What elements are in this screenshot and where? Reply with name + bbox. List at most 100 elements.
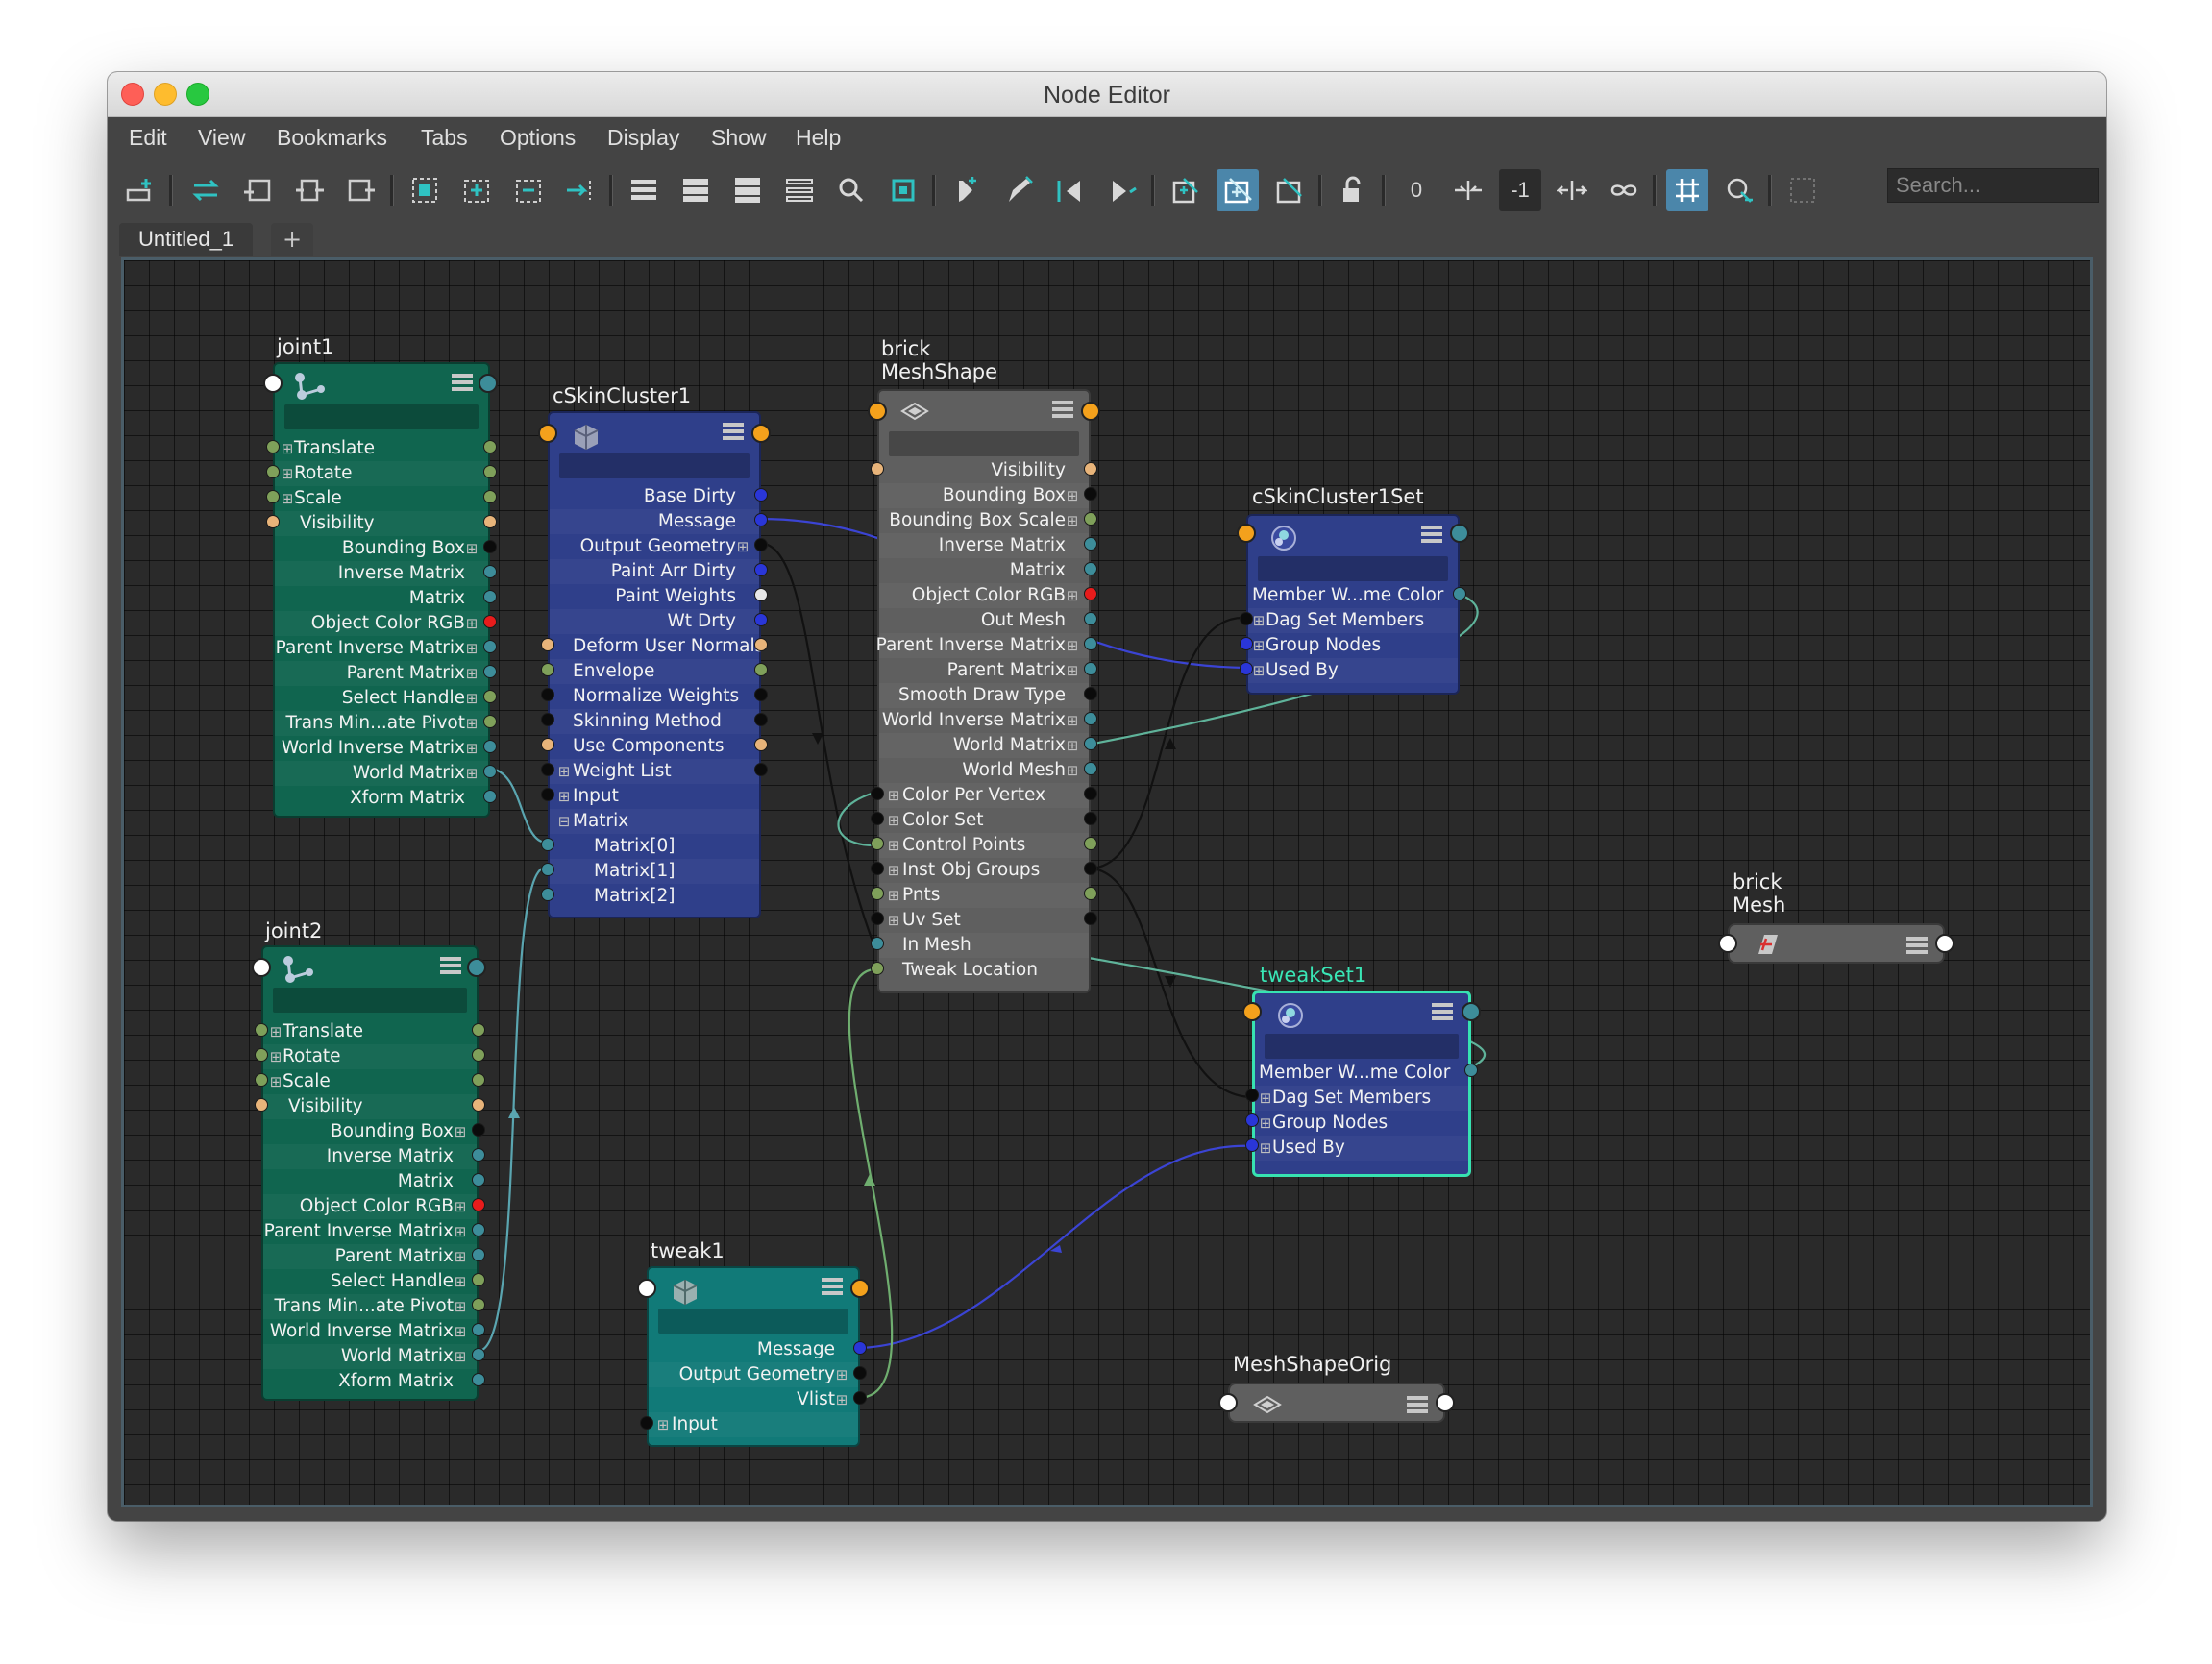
attr-row-weight-list[interactable]: Weight List ⊞: [550, 759, 759, 784]
expand-icon[interactable]: ⊞: [454, 1119, 467, 1144]
port-brickmeshshape-in[interactable]: [868, 402, 887, 421]
port-cskincluster1-in[interactable]: [538, 424, 557, 443]
port-joint2-in-scale[interactable]: [255, 1073, 268, 1087]
attr-row-output-geometry[interactable]: Output Geometry ⊞: [649, 1362, 858, 1387]
port-cskincluster1-out[interactable]: [751, 424, 771, 443]
port-skin-out-paint-arr-dirty[interactable]: [754, 563, 768, 576]
menu-display[interactable]: Display: [607, 125, 679, 151]
port-shape-out-bounding-box[interactable]: [1084, 487, 1097, 501]
port-tweak-out-message[interactable]: [853, 1341, 867, 1355]
port-joint2-out-translate[interactable]: [472, 1023, 485, 1037]
relayout-icon[interactable]: [559, 169, 602, 211]
port-shape-in-visibility[interactable]: [871, 462, 884, 476]
port-joint1-in-scale[interactable]: [266, 490, 280, 503]
expand-icon[interactable]: ⊞: [656, 1412, 670, 1437]
node-menu-icon[interactable]: [1421, 524, 1444, 545]
attr-row-wt-drty[interactable]: Wt Drty: [550, 609, 759, 634]
port-meshshapeorig-in[interactable]: [1218, 1393, 1238, 1412]
port-joint1-out-trans-min-ate-pivot[interactable]: [483, 715, 497, 728]
port-joint1-out-world-matrix[interactable]: [483, 765, 497, 778]
port-joint1-out-inverse-matrix[interactable]: [483, 565, 497, 578]
attr-row-select-handle[interactable]: Select Handle ⊞: [275, 686, 488, 711]
full-mode-icon[interactable]: [726, 169, 769, 211]
port-skin-out-skinning-method[interactable]: [754, 713, 768, 726]
expand-icon[interactable]: ⊞: [1259, 1086, 1272, 1111]
port-skin-in-matrix-0[interactable]: [541, 838, 554, 851]
attr-row-color-set[interactable]: Color Set ⊞: [879, 808, 1089, 833]
frame-selection-icon[interactable]: [1782, 169, 1824, 211]
swatch-icon[interactable]: [882, 169, 924, 211]
expand-icon[interactable]: ⊞: [454, 1294, 467, 1319]
port-joint1-out-object-color-rgb[interactable]: [483, 615, 497, 628]
zero-button[interactable]: 0: [1395, 169, 1438, 211]
menu-edit[interactable]: Edit: [129, 125, 167, 151]
expand-icon[interactable]: ⊞: [1252, 608, 1266, 633]
node-brickmeshshape[interactable]: Visibility Bounding Box ⊞ Bounding Box Scal…: [876, 389, 1091, 993]
port-joint1-out-visibility[interactable]: [483, 515, 497, 528]
node-rename-field[interactable]: [658, 1309, 848, 1334]
attr-row-trans-min-ate-pivot[interactable]: Trans Min...ate Pivot ⊞: [263, 1294, 477, 1319]
port-shape-out-matrix[interactable]: [1084, 562, 1097, 575]
expand-icon[interactable]: ⊞: [281, 436, 294, 461]
attr-row-translate[interactable]: Translate ⊞: [263, 1019, 477, 1044]
graph-down-icon[interactable]: [507, 169, 550, 211]
port-shape-in-inst-obj-groups[interactable]: [871, 862, 884, 875]
attr-row-parent-inverse-matrix[interactable]: Parent Inverse Matrix ⊞: [275, 636, 488, 661]
collapse-icon[interactable]: ⊟: [557, 809, 571, 834]
connected-mode-icon[interactable]: [675, 169, 717, 211]
node-menu-icon[interactable]: [1052, 399, 1075, 420]
bookmark-next-icon[interactable]: [1101, 169, 1143, 211]
attr-row-matrix[interactable]: Matrix: [263, 1169, 477, 1194]
expand-icon[interactable]: ⊞: [269, 1069, 283, 1094]
port-shape-in-pnts[interactable]: [871, 887, 884, 900]
port-tweak-out-output-geometry[interactable]: [853, 1366, 867, 1380]
port-skin-in-envelope[interactable]: [541, 663, 554, 676]
port-joint1-out-rotate[interactable]: [483, 465, 497, 478]
attr-row-world-matrix[interactable]: World Matrix ⊞: [275, 761, 488, 786]
port-shape-out-pnts[interactable]: [1084, 887, 1097, 900]
port-joint1-out-select-handle[interactable]: [483, 690, 497, 703]
attr-row-base-dirty[interactable]: Base Dirty: [550, 484, 759, 509]
port-skin-out-paint-weights[interactable]: [754, 588, 768, 601]
port-brickmesh-out[interactable]: [1935, 934, 1954, 953]
add-node-icon[interactable]: [119, 169, 161, 211]
port-meshshapeorig-out[interactable]: [1436, 1393, 1455, 1412]
node-rename-field[interactable]: [559, 453, 750, 478]
attr-row-control-points[interactable]: Control Points ⊞: [879, 833, 1089, 858]
port-shape-out-smooth-draw-type[interactable]: [1084, 687, 1097, 700]
swap-icon[interactable]: [184, 169, 227, 211]
lock-icon[interactable]: [1332, 169, 1374, 211]
expand-icon[interactable]: ⊞: [1066, 508, 1079, 533]
node-menu-icon[interactable]: [452, 372, 475, 393]
expand-icon[interactable]: ⊞: [454, 1269, 467, 1294]
port-shape-out-world-mesh[interactable]: [1084, 762, 1097, 775]
tab-untitled-1[interactable]: Untitled_1: [119, 223, 254, 256]
port-joint2-out-select-handle[interactable]: [472, 1273, 485, 1286]
port-shape-in-in-mesh[interactable]: [871, 937, 884, 950]
node-menu-icon[interactable]: [440, 955, 463, 976]
port-skin-in-use-components[interactable]: [541, 738, 554, 751]
port-joint1-out-translate[interactable]: [483, 440, 497, 453]
node-menu-icon[interactable]: [1432, 1001, 1455, 1022]
isolate-icon[interactable]: [1268, 169, 1311, 211]
expand-icon[interactable]: ⊞: [736, 534, 750, 559]
snap-grid-icon[interactable]: [1718, 169, 1760, 211]
port-tweakset1-out[interactable]: [1462, 1002, 1481, 1021]
menu-show[interactable]: Show: [711, 125, 767, 151]
bookmark-edit-icon[interactable]: [997, 169, 1040, 211]
node-cskincluster1set[interactable]: Member W...me Color Dag Set Members ⊞ Group…: [1246, 514, 1460, 695]
expand-icon[interactable]: ⊞: [1259, 1136, 1272, 1161]
port-joint1-out[interactable]: [479, 374, 498, 393]
port-shape-out-uv-set[interactable]: [1084, 912, 1097, 925]
port-joint2-in-rotate[interactable]: [255, 1048, 268, 1062]
attr-row-visibility[interactable]: Visibility: [879, 458, 1089, 483]
attr-row-object-color-rgb[interactable]: Object Color RGB ⊞: [263, 1194, 477, 1219]
attr-row-scale[interactable]: Scale ⊞: [275, 486, 488, 511]
expand-icon[interactable]: ⊞: [465, 611, 479, 636]
expand-icon[interactable]: ⊞: [835, 1362, 848, 1387]
frame-all-icon[interactable]: [404, 169, 446, 211]
expand-icon[interactable]: ⊞: [281, 461, 294, 486]
attr-row-rotate[interactable]: Rotate ⊞: [263, 1044, 477, 1069]
custom-mode-icon[interactable]: [778, 169, 821, 211]
attr-row-world-matrix[interactable]: World Matrix ⊞: [263, 1344, 477, 1369]
